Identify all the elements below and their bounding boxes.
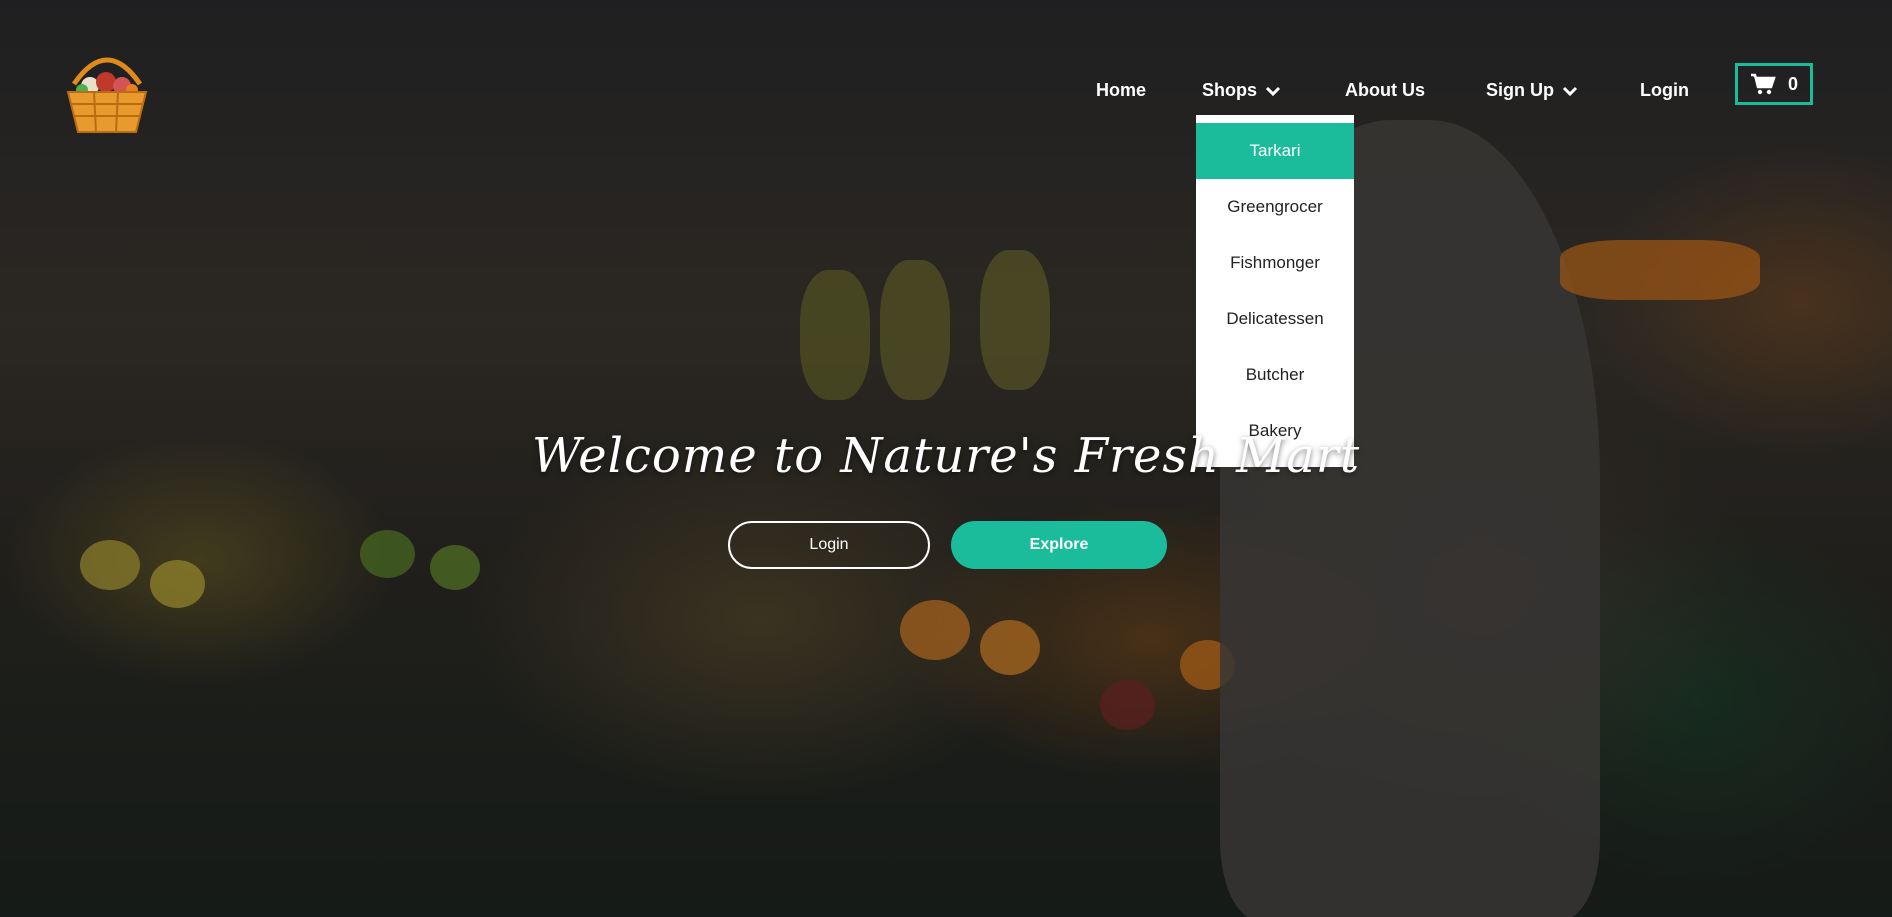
nav-signup-dropdown[interactable]: Sign Up [1486,80,1578,101]
nav-home-label: Home [1096,80,1147,100]
cart-button[interactable]: 0 [1735,63,1813,105]
shops-menu-item-fishmonger[interactable]: Fishmonger [1196,235,1354,291]
hero-title: Welcome to Nature's Fresh Mart [531,428,1361,484]
shops-menu-item-butcher[interactable]: Butcher [1196,347,1354,403]
shops-menu-item-tarkari[interactable]: Tarkari [1196,123,1354,179]
shops-dropdown-menu: Tarkari Greengrocer Fishmonger Delicates… [1196,115,1354,467]
cart-count: 0 [1787,73,1798,94]
nav-login-link[interactable]: Login [1640,80,1689,101]
shopping-cart-icon [1750,73,1776,95]
shops-menu-item-delicatessen[interactable]: Delicatessen [1196,291,1354,347]
fruit-basket-icon [66,57,148,133]
nav-about-label: About Us [1345,80,1425,100]
fruit-basket-logo[interactable] [60,44,154,138]
nav-login-label: Login [1640,80,1689,100]
shops-menu-item-greengrocer[interactable]: Greengrocer [1196,179,1354,235]
nav-shops-label: Shops [1202,80,1258,100]
chevron-down-icon [1562,86,1578,96]
nav-about-link[interactable]: About Us [1345,80,1425,101]
hero-section: Home Shops About Us Sign Up Login 0 Tark… [0,0,1892,917]
nav-shops-dropdown[interactable]: Shops [1202,80,1281,101]
chevron-down-icon [1265,86,1281,96]
nav-home-link[interactable]: Home [1096,80,1146,101]
nav-signup-label: Sign Up [1486,80,1554,100]
hero-login-button[interactable]: Login [728,521,930,569]
hero-explore-button[interactable]: Explore [951,521,1167,569]
